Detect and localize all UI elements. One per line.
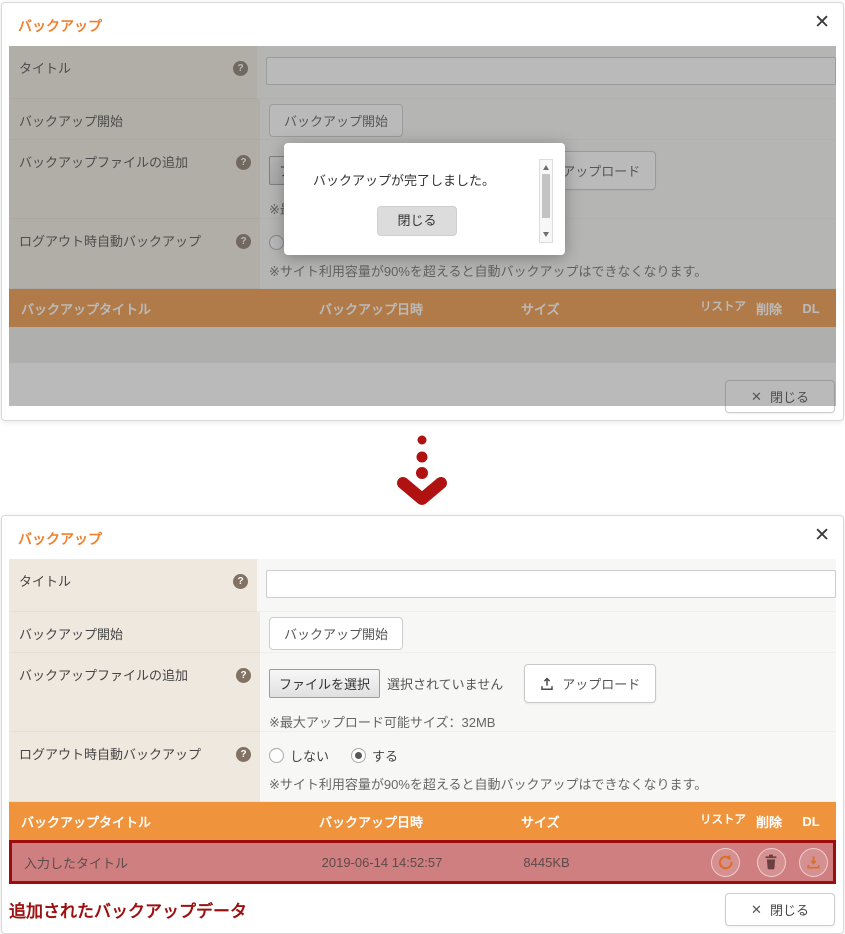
form-row-backup-start: バックアップ開始 バックアップ開始 xyxy=(9,612,836,653)
backup-start-label: バックアップ開始 xyxy=(19,627,251,643)
col-dl: DL xyxy=(791,814,831,829)
max-size-note: ※最大アップロード可能サイズ：32MB xyxy=(269,712,836,731)
dialog-title: バックアップ xyxy=(18,16,102,36)
capacity-note: ※サイト利用容量が90%を超えると自動バックアップはできなくなります。 xyxy=(269,774,836,793)
file-add-label: バックアップファイルの追加 xyxy=(19,668,236,684)
col-delete: 削除 xyxy=(747,812,791,831)
form-row-auto-backup: ログアウト時自動バックアップ ? しない する ※サイト利用容量が90%を超える… xyxy=(9,732,836,802)
modal-close-button[interactable]: 閉じる xyxy=(377,206,457,236)
title-input[interactable] xyxy=(266,570,836,598)
upload-button[interactable]: アップロード xyxy=(524,664,656,703)
added-backup-data-caption: 追加されたバックアップデータ xyxy=(9,897,247,922)
col-restore: リストア xyxy=(699,814,747,827)
row-backup-size: 8445KB xyxy=(511,855,701,870)
backup-table-row-highlighted: 入力したタイトル 2019-06-14 14:52:57 8445KB xyxy=(9,840,836,884)
radio-yes-label: する xyxy=(372,746,398,765)
close-icon[interactable]: ✕ xyxy=(814,526,830,545)
dialog-close-button[interactable]: ✕ 閉じる xyxy=(725,893,835,926)
trash-icon xyxy=(764,854,778,870)
restore-button[interactable] xyxy=(711,848,740,877)
dialog-title: バックアップ xyxy=(18,529,102,549)
scroll-down-icon[interactable] xyxy=(543,232,549,237)
upload-icon xyxy=(540,677,554,691)
backup-start-button[interactable]: バックアップ開始 xyxy=(269,617,403,650)
help-icon[interactable]: ? xyxy=(233,574,248,589)
backup-table-header: バックアップタイトル バックアップ日時 サイズ リストア 削除 DL xyxy=(9,802,836,840)
close-button-label: 閉じる xyxy=(770,900,809,919)
col-size: サイズ xyxy=(509,812,699,831)
auto-backup-label: ログアウト時自動バックアップ xyxy=(19,747,236,763)
row-backup-title: 入力したタイトル xyxy=(12,853,310,872)
close-icon[interactable]: ✕ xyxy=(814,13,830,32)
file-select-button[interactable]: ファイルを選択 xyxy=(269,669,380,698)
title-label: タイトル xyxy=(19,574,233,590)
file-status-text: 選択されていません xyxy=(387,674,503,693)
row-backup-datetime: 2019-06-14 14:52:57 xyxy=(310,855,512,870)
col-backup-datetime: バックアップ日時 xyxy=(307,812,509,831)
help-icon[interactable]: ? xyxy=(236,747,251,762)
form-row-title: タイトル ? xyxy=(9,559,836,612)
close-x-icon: ✕ xyxy=(751,902,762,918)
modal-scrollbar[interactable] xyxy=(539,159,553,243)
scroll-up-icon[interactable] xyxy=(543,165,549,170)
backup-complete-modal: バックアップが完了しました。 閉じる xyxy=(284,143,565,255)
backup-dialog-before: バックアップ ✕ タイトル ? バックアップ開始 バックアップ開始 バックアップ… xyxy=(1,2,844,421)
form-row-file-add: バックアップファイルの追加 ? ファイルを選択 選択されていません アップロード… xyxy=(9,653,836,732)
delete-button[interactable] xyxy=(757,848,786,877)
help-icon[interactable]: ? xyxy=(236,668,251,683)
restore-icon xyxy=(717,854,734,871)
modal-message: バックアップが完了しました。 xyxy=(290,170,518,189)
down-arrow-icon xyxy=(396,432,448,508)
backup-dialog-after: バックアップ ✕ タイトル ? バックアップ開始 バックアップ開始 バックアップ… xyxy=(1,515,844,934)
scroll-thumb[interactable] xyxy=(542,174,550,218)
download-icon xyxy=(806,855,821,870)
radio-no-label: しない xyxy=(290,746,329,765)
radio-no[interactable] xyxy=(269,748,284,763)
col-backup-title: バックアップタイトル xyxy=(9,812,307,831)
dialog-body: タイトル ? バックアップ開始 バックアップ開始 バックアップファイルの追加 ?… xyxy=(9,559,836,884)
download-button[interactable] xyxy=(799,848,828,877)
radio-yes[interactable] xyxy=(351,748,366,763)
upload-button-label: アップロード xyxy=(562,674,640,693)
